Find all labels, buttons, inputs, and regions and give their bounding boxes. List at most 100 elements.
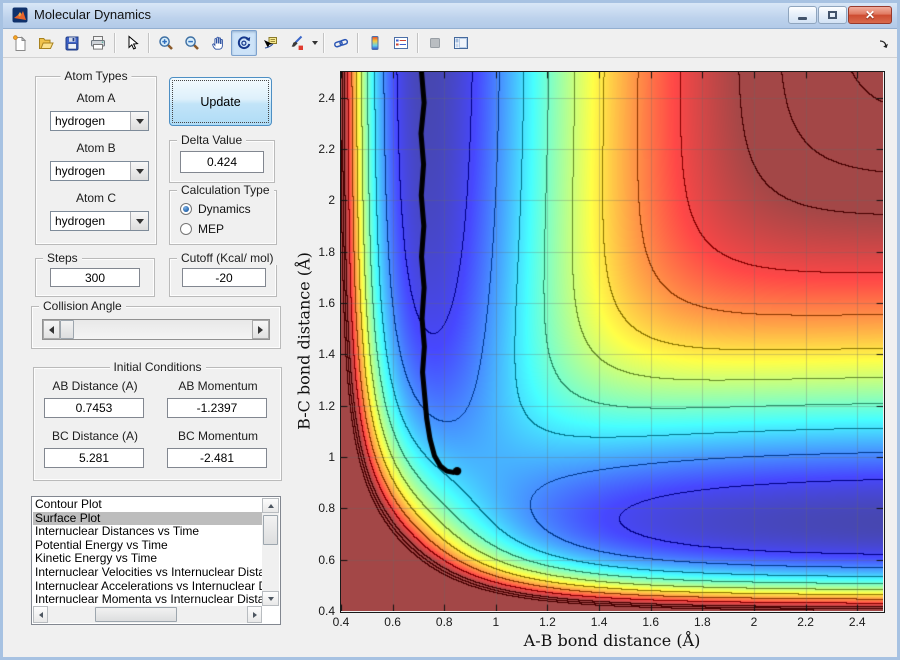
- contour-canvas[interactable]: [341, 72, 883, 611]
- brush-button[interactable]: [283, 30, 309, 56]
- brush-dropdown-button[interactable]: [309, 31, 320, 55]
- y-tick-label: 1.8: [318, 244, 335, 259]
- list-item[interactable]: Internuclear Accelerations vs Internucle…: [33, 580, 262, 594]
- list-item[interactable]: Potential Energy vs Time: [33, 539, 262, 553]
- pan-hand-icon: [212, 36, 223, 50]
- show-plot-tools-button[interactable]: [448, 30, 474, 56]
- hscroll-thumb[interactable]: [95, 607, 177, 622]
- ab-distance-field[interactable]: 0.7453: [44, 398, 144, 418]
- chevron-down-icon: [135, 168, 144, 174]
- y-tick-label: 1.2: [318, 398, 335, 413]
- vscroll-thumb[interactable]: [263, 515, 278, 545]
- steps-field[interactable]: 300: [50, 268, 140, 287]
- title-bar[interactable]: Molecular Dynamics ✕: [3, 3, 897, 29]
- list-item[interactable]: Internuclear Distances vs Time: [33, 525, 262, 539]
- dropdown-arrow-button[interactable]: [130, 212, 148, 230]
- list-item[interactable]: Internuclear Velocities vs Internuclear …: [33, 566, 262, 580]
- delta-value-title: Delta Value: [177, 133, 247, 147]
- hide-plot-tools-icon: [430, 38, 440, 48]
- y-tick-label: 2.4: [318, 90, 335, 105]
- arrow-left-icon: [49, 325, 54, 334]
- atom-b-label: Atom B: [76, 141, 116, 155]
- dropdown-arrow-button[interactable]: [130, 162, 148, 180]
- dock-figure-button[interactable]: [878, 37, 890, 55]
- open-file-button[interactable]: [33, 30, 59, 56]
- y-tick-label: 0.4: [318, 604, 335, 618]
- dynamics-radio-row[interactable]: Dynamics: [180, 202, 251, 216]
- slider-left-arrow[interactable]: [43, 320, 60, 339]
- minimize-icon: [798, 16, 807, 20]
- cutoff-title: Cutoff (Kcal/ mol): [177, 251, 278, 265]
- mep-radio-label: MEP: [198, 222, 225, 236]
- cutoff-field[interactable]: -20: [182, 268, 266, 287]
- hide-plot-tools-button[interactable]: [422, 30, 448, 56]
- insert-colorbar-button[interactable]: [362, 30, 388, 56]
- insert-legend-button[interactable]: [388, 30, 414, 56]
- cursor-icon: [128, 35, 139, 50]
- brush-dropdown-caret: [311, 41, 318, 45]
- pan-tool-button[interactable]: [205, 30, 231, 56]
- open-file-icon: [39, 38, 54, 49]
- dropdown-arrow-button[interactable]: [130, 112, 148, 130]
- slider-thumb[interactable]: [60, 320, 74, 339]
- listbox-hscrollbar[interactable]: [33, 606, 262, 623]
- maximize-button[interactable]: [818, 6, 847, 24]
- listbox-vscrollbar[interactable]: [262, 498, 279, 606]
- chevron-down-icon: [135, 118, 144, 124]
- list-item[interactable]: Kinetic Energy vs Time: [33, 552, 262, 566]
- list-item[interactable]: Surface Plot: [33, 511, 262, 526]
- steps-panel: Steps 300: [35, 251, 155, 297]
- save-button[interactable]: [59, 30, 85, 56]
- scroll-down-button[interactable]: [262, 591, 279, 606]
- toolbar: [3, 29, 897, 58]
- zoom-out-button[interactable]: [179, 30, 205, 56]
- initial-conditions-panel: Initial Conditions AB Distance (A) AB Mo…: [33, 360, 282, 481]
- rotate-3d-button[interactable]: [231, 30, 257, 56]
- data-cursor-button[interactable]: [257, 30, 283, 56]
- atom-a-dropdown[interactable]: hydrogen: [50, 111, 149, 131]
- x-tick-label: 1.8: [693, 615, 711, 629]
- bc-momentum-field[interactable]: -2.481: [167, 448, 267, 468]
- scroll-left-button[interactable]: [33, 606, 48, 623]
- insert-legend-icon: [394, 37, 408, 49]
- atom-b-value: hydrogen: [55, 164, 106, 178]
- x-tick-label: 0.6: [384, 615, 401, 629]
- atom-c-dropdown[interactable]: hydrogen: [50, 211, 149, 231]
- zoom-in-button[interactable]: [153, 30, 179, 56]
- bc-distance-label: BC Distance (A): [51, 429, 139, 443]
- toolbar-separator: [114, 33, 116, 53]
- mep-radio-row[interactable]: MEP: [180, 222, 224, 236]
- collision-angle-panel: Collision Angle: [31, 299, 281, 349]
- x-tick-label: 2.2: [797, 615, 814, 629]
- delta-value-field[interactable]: 0.424: [180, 151, 264, 173]
- close-button[interactable]: ✕: [848, 6, 892, 24]
- list-item[interactable]: Contour Plot: [33, 498, 262, 512]
- scroll-up-button[interactable]: [262, 498, 279, 513]
- zoom-out-icon: [185, 36, 199, 50]
- calculation-type-title: Calculation Type: [177, 183, 274, 197]
- collision-angle-slider[interactable]: [42, 319, 270, 340]
- plot-type-listbox[interactable]: Contour Plot Surface Plot Internuclear Dis…: [31, 496, 281, 625]
- scroll-right-button[interactable]: [247, 606, 262, 623]
- x-tick-label: 1.2: [539, 615, 556, 629]
- print-button[interactable]: [85, 30, 111, 56]
- slider-right-arrow[interactable]: [252, 320, 269, 339]
- cursor-tool-button[interactable]: [119, 30, 145, 56]
- delta-value-panel: Delta Value 0.424: [169, 133, 275, 183]
- link-plots-button[interactable]: [328, 30, 354, 56]
- ab-momentum-field[interactable]: -1.2397: [167, 398, 267, 418]
- minimize-button[interactable]: [788, 6, 817, 24]
- atom-a-value: hydrogen: [55, 114, 106, 128]
- y-tick-label: 2: [328, 193, 335, 208]
- insert-colorbar-icon: [371, 36, 379, 50]
- dynamics-radio-icon[interactable]: [180, 203, 192, 215]
- list-item[interactable]: Internuclear Momenta vs Internuclear Dis…: [33, 593, 262, 606]
- bc-distance-field[interactable]: 5.281: [44, 448, 144, 468]
- atom-b-dropdown[interactable]: hydrogen: [50, 161, 149, 181]
- update-button[interactable]: Update: [169, 77, 272, 126]
- new-file-button[interactable]: [7, 30, 33, 56]
- mep-radio-icon[interactable]: [180, 223, 192, 235]
- window-title: Molecular Dynamics: [34, 7, 152, 22]
- x-axis-label: A-B bond distance (Å): [523, 631, 701, 650]
- toolbar-separator: [323, 33, 325, 53]
